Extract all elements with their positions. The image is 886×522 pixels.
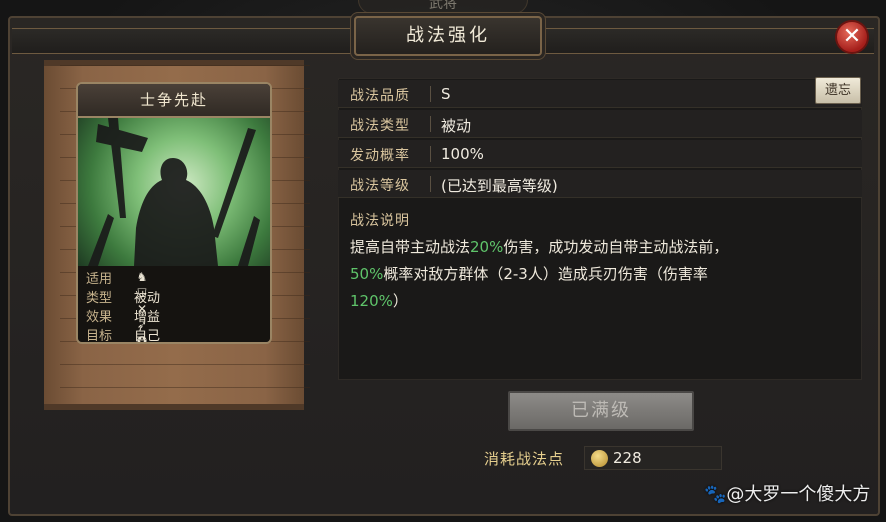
description-line-3: 120%） xyxy=(350,292,408,310)
cost-display: 228 xyxy=(584,446,722,470)
skill-point-icon xyxy=(591,450,608,467)
background-tab: 武将 xyxy=(358,0,528,14)
watermark: 🐾@大罗一个傻大方 xyxy=(704,484,871,505)
info-row-type: 战法类型 被动 xyxy=(338,110,862,138)
description-line-1: 提高自带主动战法20%伤害，成功发动自带主动战法前， xyxy=(350,238,729,256)
warrior-silhouette-icon xyxy=(88,118,260,266)
close-icon: ✕ xyxy=(842,24,862,49)
info-row-probability: 发动概率 100% xyxy=(338,140,862,168)
skill-artwork xyxy=(78,118,270,266)
skill-name: 士争先赴 xyxy=(139,91,208,109)
max-level-button[interactable]: 已满级 xyxy=(508,391,694,431)
close-button[interactable]: ✕ xyxy=(835,20,869,54)
cost-label: 消耗战法点 xyxy=(484,450,565,468)
row-divider xyxy=(430,146,431,162)
dialog-title-plaque: 战法强化 xyxy=(354,16,542,56)
row-divider xyxy=(430,116,431,132)
description-line-2: 50%概率对敌方群体（2-3人）造成兵刃伤害（伤害率 xyxy=(350,265,708,283)
forget-button[interactable]: 遗忘 xyxy=(815,77,861,104)
description-title: 战法说明 xyxy=(350,213,410,229)
info-row-level: 战法等级 (已达到最高等级) xyxy=(338,170,862,198)
row-divider xyxy=(430,176,431,192)
dialog-title: 战法强化 xyxy=(406,25,490,46)
skill-card-title-bar: 士争先赴 xyxy=(78,84,270,118)
cavalry-icon: ♞ xyxy=(136,270,148,284)
cost-value: 228 xyxy=(613,449,642,467)
skill-card: 士争先赴 适用 ♞⛉✕➶✪ 类型 被动 效果 增益 目标 自己 xyxy=(76,82,272,344)
row-divider xyxy=(430,86,431,102)
info-row-quality: 战法品质 S xyxy=(338,80,862,108)
skill-card-stats: 适用 ♞⛉✕➶✪ 类型 被动 效果 增益 目标 自己 xyxy=(78,266,270,342)
